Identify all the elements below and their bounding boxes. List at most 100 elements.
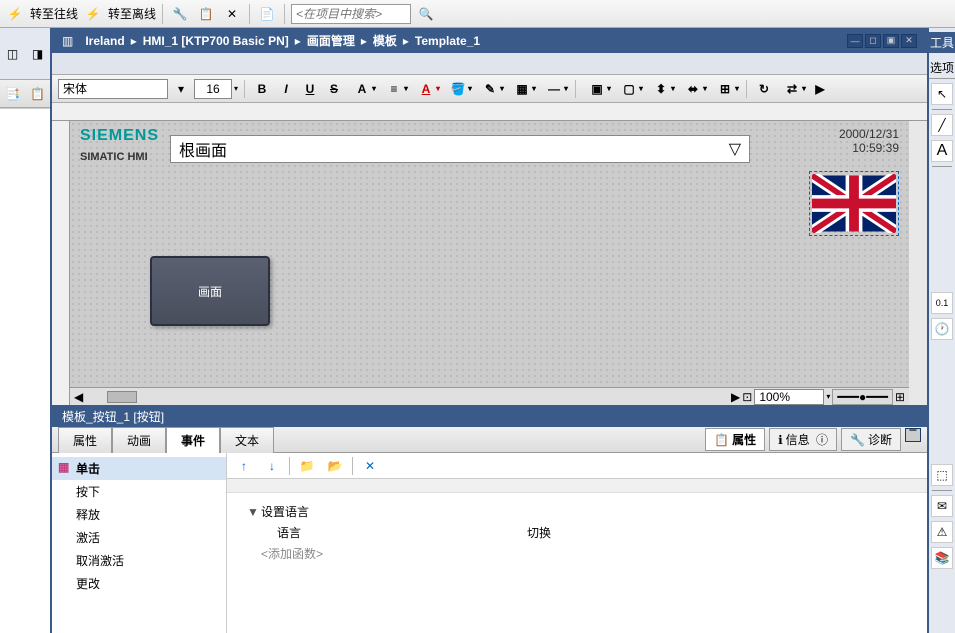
go-online-button[interactable]: ⚡: [4, 3, 26, 25]
align-h-button[interactable]: ⬍: [646, 78, 676, 100]
tab-properties[interactable]: 属性: [58, 427, 112, 453]
flip-button[interactable]: ⇄: [777, 78, 807, 100]
flag-image[interactable]: [809, 171, 899, 236]
event-deactivate[interactable]: 取消激活: [52, 549, 226, 572]
panel-collapse-button[interactable]: ▔: [905, 428, 921, 442]
event-activate[interactable]: 激活: [52, 526, 226, 549]
event-list: 单击 按下 释放 激活 取消激活 更改: [52, 453, 227, 633]
edit-func-button[interactable]: 📂: [324, 455, 346, 477]
format-toolbar: ▾ ▾ B I U S A ≡ A 🪣 ✎ ▦ — ▣ ▢ ⬍ ⬌ ⊞ ↻ ⇄ …: [52, 75, 927, 103]
event-release[interactable]: 释放: [52, 503, 226, 526]
tool-icon-1[interactable]: 🔧: [169, 3, 191, 25]
tree-collapse-icon[interactable]: ▼: [247, 505, 261, 519]
horizontal-scrollbar[interactable]: ◀ ▶ ⊡ ▾ ━━━●━━━ ⊞: [70, 387, 909, 405]
mail-tool-icon[interactable]: ✉: [931, 495, 953, 517]
line-style-button[interactable]: —: [539, 78, 569, 100]
italic-button[interactable]: I: [275, 78, 297, 100]
right-toolbox-strip: 工具 选项 ↖ ╱ A 0.1 🕐 ⬚ ✉ ⚠ 📚: [927, 28, 955, 633]
crumb-1[interactable]: HMI_1 [KTP700 Basic PN]: [143, 34, 289, 48]
design-surface[interactable]: SIEMENS SIMATIC HMI 根画面 ▽ 2000/12/31 10:…: [70, 121, 909, 387]
tab-text[interactable]: 文本: [220, 427, 274, 453]
underline-button[interactable]: U: [299, 78, 321, 100]
bring-front-button[interactable]: ▣: [582, 78, 612, 100]
text-tool-icon[interactable]: A: [931, 140, 953, 162]
text-fx-button[interactable]: A: [347, 78, 377, 100]
panel-tab-properties[interactable]: 📋属性: [705, 428, 765, 451]
crumb-3[interactable]: 模板: [373, 32, 397, 49]
font-color-button[interactable]: A: [411, 78, 441, 100]
list-icon[interactable]: 📋: [27, 83, 49, 105]
line-color-button[interactable]: ✎: [475, 78, 505, 100]
indent-icon[interactable]: ▥: [62, 34, 73, 48]
right-title-2: 选项: [929, 57, 955, 79]
go-online-label: 转至往线: [30, 5, 78, 22]
search-input[interactable]: [291, 4, 411, 24]
distribute-button[interactable]: ⊞: [710, 78, 740, 100]
strikethrough-button[interactable]: S: [323, 78, 345, 100]
library-tool-icon[interactable]: 📚: [931, 547, 953, 569]
screen-title-field[interactable]: 根画面 ▽: [170, 135, 750, 163]
border-button[interactable]: ▦: [507, 78, 537, 100]
zoom-select[interactable]: [754, 389, 824, 405]
tool-a-icon[interactable]: ⬚: [931, 464, 953, 486]
add-function-row[interactable]: <添加函数>: [247, 543, 907, 564]
nav-expand-icon[interactable]: ◨: [27, 43, 49, 65]
move-down-button[interactable]: ↓: [261, 455, 283, 477]
alarm-tool-icon[interactable]: ⚠: [931, 521, 953, 543]
panel-tab-diagnostics[interactable]: 🔧诊断: [841, 428, 901, 451]
add-function-label: <添加函数>: [261, 545, 323, 562]
move-up-button[interactable]: ↑: [233, 455, 255, 477]
param-row[interactable]: 语言 切换: [247, 522, 907, 543]
close-button[interactable]: ✕: [901, 34, 917, 48]
runtime-button[interactable]: ▶: [809, 78, 831, 100]
scroll-right-icon[interactable]: ▶: [731, 390, 740, 404]
send-back-button[interactable]: ▢: [614, 78, 644, 100]
rotate-button[interactable]: ↻: [753, 78, 775, 100]
event-click[interactable]: 单击: [52, 457, 226, 480]
right-title-1: 工具: [929, 32, 955, 53]
crumb-4[interactable]: Template_1: [415, 34, 480, 48]
go-offline-button[interactable]: ⚡: [82, 3, 104, 25]
zoom-reset-icon[interactable]: ⊞: [895, 390, 905, 404]
align-button[interactable]: ≡: [379, 78, 409, 100]
search-icon[interactable]: 🔍: [415, 3, 437, 25]
fill-color-button[interactable]: 🪣: [443, 78, 473, 100]
left-nav-strip: ◫ ◨ 📑 📋: [0, 28, 52, 633]
panel-tab-info[interactable]: ℹ信息 ⓘ: [769, 428, 837, 451]
font-select[interactable]: [58, 79, 168, 99]
delete-func-button[interactable]: ✕: [359, 455, 381, 477]
tree-icon[interactable]: 📑: [2, 83, 24, 105]
dropdown-icon[interactable]: ▽: [729, 139, 741, 159]
clock-tool-icon[interactable]: 🕐: [931, 318, 953, 340]
io-field-icon[interactable]: 0.1: [931, 292, 953, 314]
close-icon[interactable]: ✕: [221, 3, 243, 25]
font-dropdown-icon[interactable]: ▾: [170, 78, 192, 100]
project-tree-area[interactable]: [0, 108, 50, 633]
add-func-button[interactable]: 📁: [296, 455, 318, 477]
nav-collapse-icon[interactable]: ◫: [2, 43, 24, 65]
ruler-horizontal: [52, 103, 927, 121]
align-v-button[interactable]: ⬌: [678, 78, 708, 100]
crumb-2[interactable]: 画面管理: [307, 32, 355, 49]
breadcrumb: ▥ Ireland ▸ HMI_1 [KTP700 Basic PN] ▸ 画面…: [52, 28, 927, 53]
tab-events[interactable]: 事件: [166, 427, 220, 453]
datetime-display: 2000/12/31 10:59:39: [839, 127, 899, 155]
tab-animation[interactable]: 动画: [112, 427, 166, 453]
ruler-vertical: [52, 121, 70, 405]
minimize-button[interactable]: —: [847, 34, 863, 48]
tool-icon-2[interactable]: 📋: [195, 3, 217, 25]
zoom-fit-icon[interactable]: ⊡: [742, 390, 752, 404]
tool-icon-3[interactable]: 📄: [256, 3, 278, 25]
maximize-button[interactable]: ▣: [883, 34, 899, 48]
crumb-0[interactable]: Ireland: [85, 34, 124, 48]
screen-nav-button[interactable]: 画面: [150, 256, 270, 326]
event-press[interactable]: 按下: [52, 480, 226, 503]
event-change[interactable]: 更改: [52, 572, 226, 595]
function-name: 设置语言: [261, 503, 511, 520]
pointer-tool-icon[interactable]: ↖: [931, 83, 953, 105]
bold-button[interactable]: B: [251, 78, 273, 100]
size-select[interactable]: [194, 79, 232, 99]
line-tool-icon[interactable]: ╱: [931, 114, 953, 136]
function-row[interactable]: ▼ 设置语言: [247, 501, 907, 522]
restore-button[interactable]: ◻: [865, 34, 881, 48]
